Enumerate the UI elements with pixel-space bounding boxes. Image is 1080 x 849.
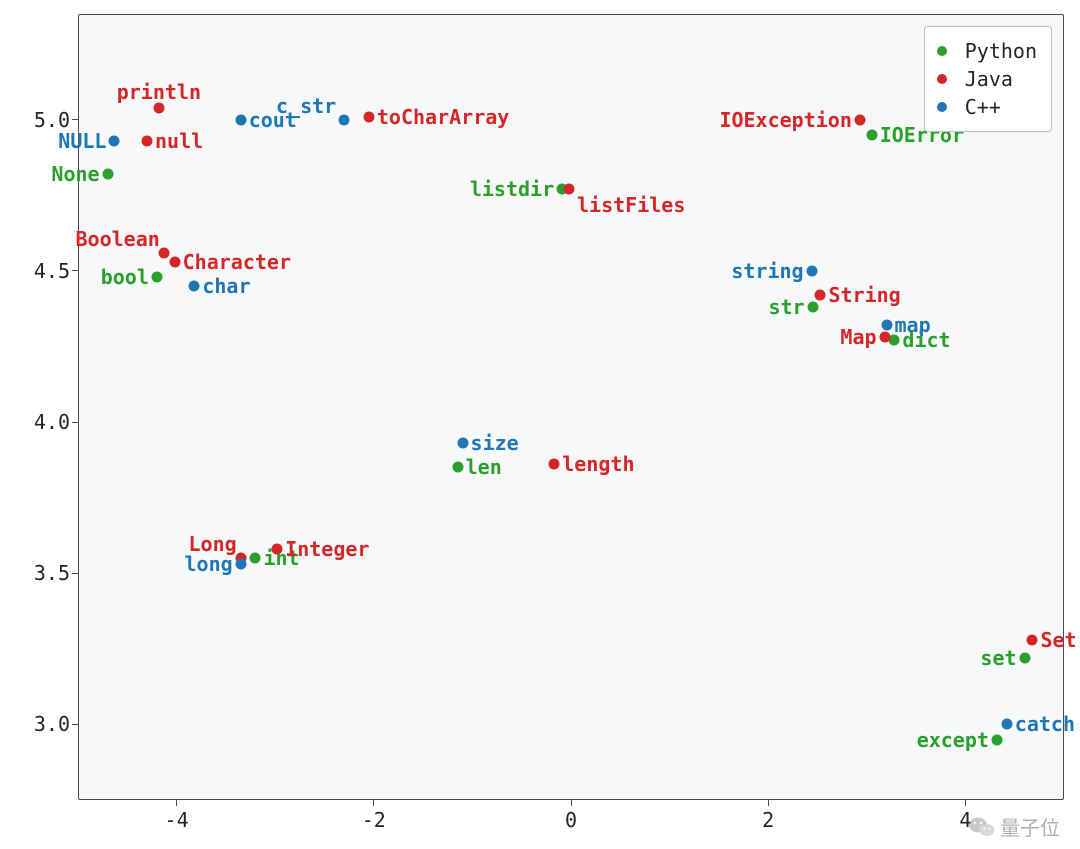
data-point xyxy=(881,320,892,331)
ytick-label: 4.0 xyxy=(30,410,70,434)
data-point xyxy=(854,114,865,125)
xtick xyxy=(373,800,374,806)
data-point xyxy=(250,553,261,564)
data-point xyxy=(339,114,350,125)
data-point xyxy=(363,111,374,122)
ytick xyxy=(72,119,78,120)
xtick xyxy=(571,800,572,806)
data-point xyxy=(815,290,826,301)
ytick-label: 3.0 xyxy=(30,712,70,736)
legend-marker xyxy=(937,74,947,84)
ytick-label: 3.5 xyxy=(30,561,70,585)
data-label: length xyxy=(562,452,634,476)
watermark: 量子位 xyxy=(968,812,1060,841)
xtick xyxy=(768,800,769,806)
data-label: Character xyxy=(183,250,291,274)
data-point xyxy=(109,135,120,146)
data-label: bool xyxy=(101,265,149,289)
data-label: listFiles xyxy=(577,193,685,217)
ytick xyxy=(72,270,78,271)
data-point xyxy=(1019,652,1030,663)
legend-marker xyxy=(937,102,947,112)
data-point xyxy=(102,169,113,180)
data-label: cout xyxy=(249,108,297,132)
xtick-label: -2 xyxy=(362,808,386,832)
data-label: long xyxy=(185,552,233,576)
legend-item: Java xyxy=(937,65,1037,93)
data-point xyxy=(189,281,200,292)
data-point xyxy=(879,332,890,343)
data-label: str xyxy=(768,295,804,319)
data-label: len xyxy=(466,455,502,479)
data-label: string xyxy=(731,259,803,283)
data-point xyxy=(142,135,153,146)
wechat-icon xyxy=(968,815,996,839)
data-point xyxy=(991,734,1002,745)
data-label: map xyxy=(895,313,931,337)
data-point xyxy=(272,544,283,555)
data-label: null xyxy=(155,129,203,153)
data-label: char xyxy=(202,274,250,298)
data-point xyxy=(457,438,468,449)
legend-label: Python xyxy=(965,39,1037,63)
data-label: toCharArray xyxy=(377,105,509,129)
ytick-label: 4.5 xyxy=(30,259,70,283)
data-point xyxy=(153,102,164,113)
legend-item: Python xyxy=(937,37,1037,65)
data-label: catch xyxy=(1015,712,1075,736)
data-label: NULL xyxy=(58,129,106,153)
data-label: Boolean xyxy=(75,227,159,251)
data-label: None xyxy=(51,162,99,186)
xtick xyxy=(176,800,177,806)
legend-label: C++ xyxy=(965,95,1001,119)
xtick-label: 2 xyxy=(762,808,774,832)
data-point xyxy=(549,459,560,470)
watermark-text: 量子位 xyxy=(1000,812,1060,841)
data-point xyxy=(235,114,246,125)
data-label: set xyxy=(980,646,1016,670)
ytick xyxy=(72,422,78,423)
figure: 量子位 -4-20243.03.54.04.55.0NonelistdirIOE… xyxy=(0,0,1080,849)
data-point xyxy=(564,184,575,195)
data-point xyxy=(1027,634,1038,645)
ytick xyxy=(72,573,78,574)
xtick xyxy=(965,800,966,806)
data-point xyxy=(452,462,463,473)
data-point xyxy=(1001,719,1012,730)
legend-label: Java xyxy=(965,67,1013,91)
xtick-label: -4 xyxy=(165,808,189,832)
data-point xyxy=(806,265,817,276)
data-label: listdir xyxy=(470,177,554,201)
xtick-label: 4 xyxy=(959,808,971,832)
data-label: println xyxy=(117,80,201,104)
data-label: Set xyxy=(1040,628,1076,652)
data-label: IOException xyxy=(719,108,851,132)
legend-marker xyxy=(937,46,947,56)
data-point xyxy=(151,272,162,283)
data-point xyxy=(807,302,818,313)
xtick-label: 0 xyxy=(565,808,577,832)
data-label: Map xyxy=(840,325,876,349)
data-point xyxy=(158,247,169,258)
data-label: size xyxy=(471,431,519,455)
data-point xyxy=(169,256,180,267)
data-label: String xyxy=(828,283,900,307)
data-point xyxy=(866,129,877,140)
legend: Python Java C++ xyxy=(924,26,1052,132)
data-point xyxy=(235,559,246,570)
legend-item: C++ xyxy=(937,93,1037,121)
data-label: except xyxy=(917,728,989,752)
ytick xyxy=(72,724,78,725)
data-label: Integer xyxy=(285,537,369,561)
